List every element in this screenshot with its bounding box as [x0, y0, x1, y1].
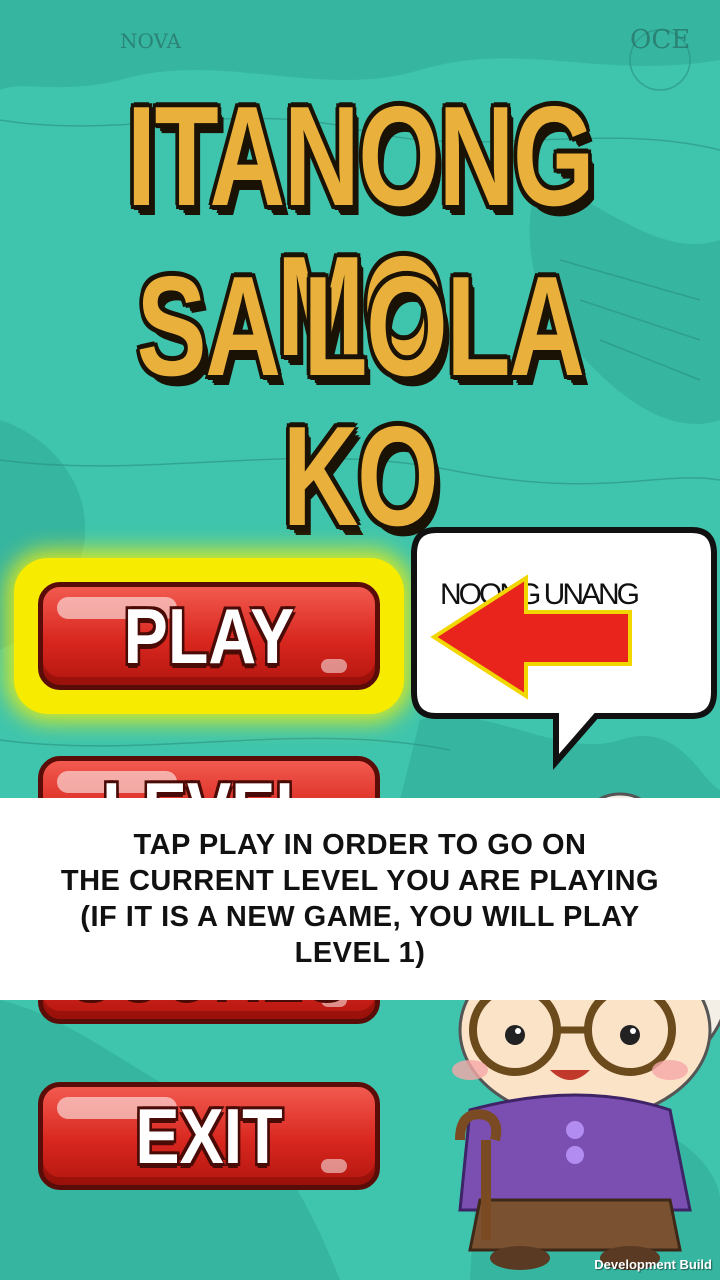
tutorial-line: TAP PLAY IN ORDER TO GO ON	[133, 829, 587, 861]
play-button[interactable]: PLAY	[38, 582, 380, 690]
svg-text:OCE: OCE	[630, 25, 690, 55]
development-build-label: Development Build	[594, 1257, 712, 1272]
exit-button-label: EXIT	[135, 1091, 283, 1180]
tutorial-line: (IF IT IS A NEW GAME, YOU WILL PLAY	[80, 901, 640, 933]
tutorial-line: LEVEL 1)	[294, 937, 426, 969]
svg-text:NOVA: NOVA	[120, 29, 182, 53]
exit-button[interactable]: EXIT	[38, 1082, 380, 1190]
arrow-left-icon	[430, 574, 632, 700]
title-line-2: SA LOLA KO	[136, 247, 585, 556]
tutorial-banner: TAP PLAY IN ORDER TO GO ON THE CURRENT L…	[0, 798, 720, 1000]
play-button-label: PLAY	[123, 591, 295, 680]
tutorial-line: THE CURRENT LEVEL YOU ARE PLAYING	[60, 865, 660, 897]
